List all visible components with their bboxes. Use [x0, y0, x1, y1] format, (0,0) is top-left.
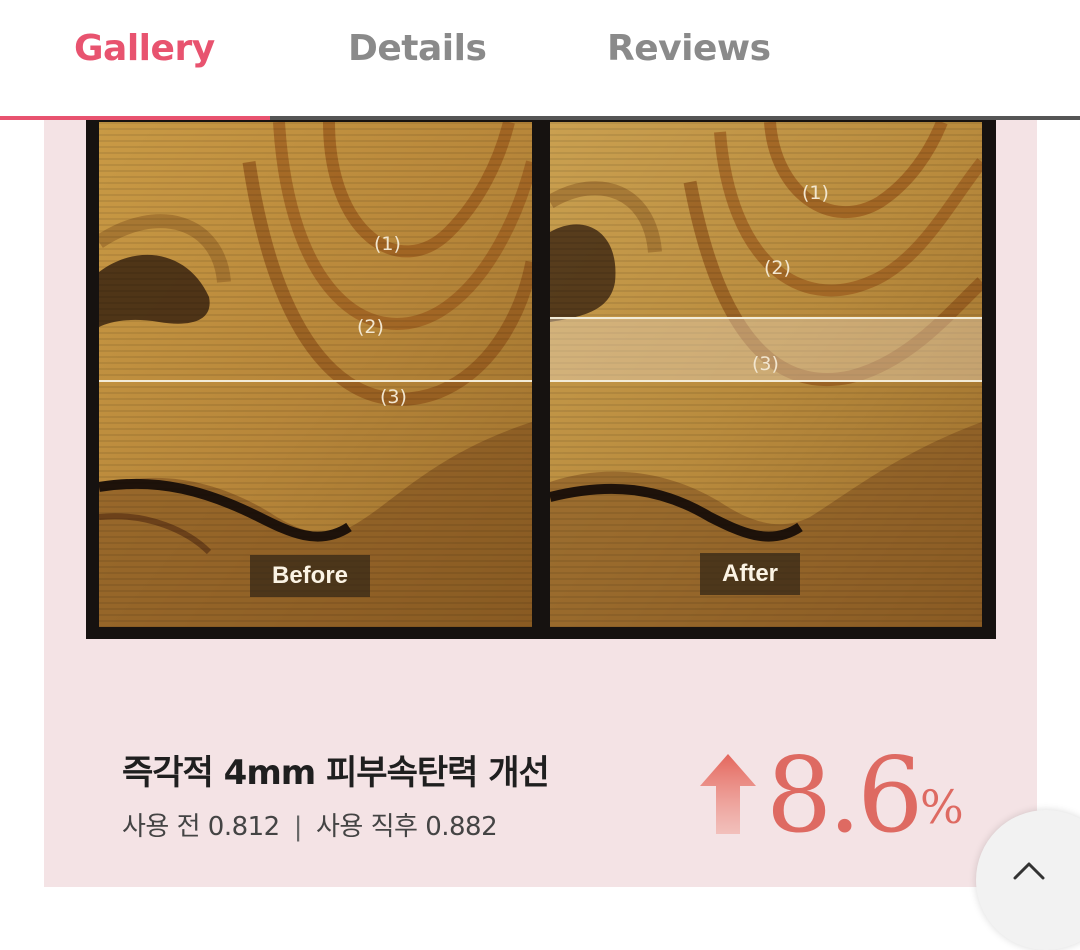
- tab-reviews[interactable]: Reviews: [607, 28, 771, 69]
- measure-separator: |: [293, 812, 303, 842]
- stat-value: 8.6: [766, 734, 923, 856]
- result-headline: 즉각적 4mm 피부속탄력 개선: [122, 753, 550, 793]
- after-marker-2: (2): [764, 257, 791, 279]
- before-measure: 사용 전 0.812: [122, 812, 280, 842]
- before-reference-line: [99, 380, 532, 382]
- before-label: Before: [250, 555, 371, 597]
- measurement-values: 사용 전 0.812 | 사용 직후 0.882: [122, 806, 498, 843]
- after-label: After: [700, 553, 801, 595]
- before-marker-2: (2): [357, 316, 384, 338]
- after-marker-3: (3): [752, 353, 779, 375]
- after-marker-1: (1): [802, 182, 829, 204]
- before-marker-3: (3): [380, 386, 407, 408]
- stat-unit: %: [920, 780, 964, 834]
- tab-bar: Gallery Details Reviews: [0, 0, 1080, 116]
- after-measure: 사용 직후 0.882: [316, 812, 498, 842]
- arrow-up-icon: [700, 754, 756, 838]
- tab-details[interactable]: Details: [348, 28, 487, 69]
- after-reference-line: [550, 380, 982, 382]
- before-photo: [99, 122, 532, 627]
- before-marker-1: (1): [374, 233, 401, 255]
- chevron-up-icon: [1013, 862, 1045, 880]
- after-upper-line: [550, 317, 982, 319]
- tab-gallery[interactable]: Gallery: [74, 28, 215, 69]
